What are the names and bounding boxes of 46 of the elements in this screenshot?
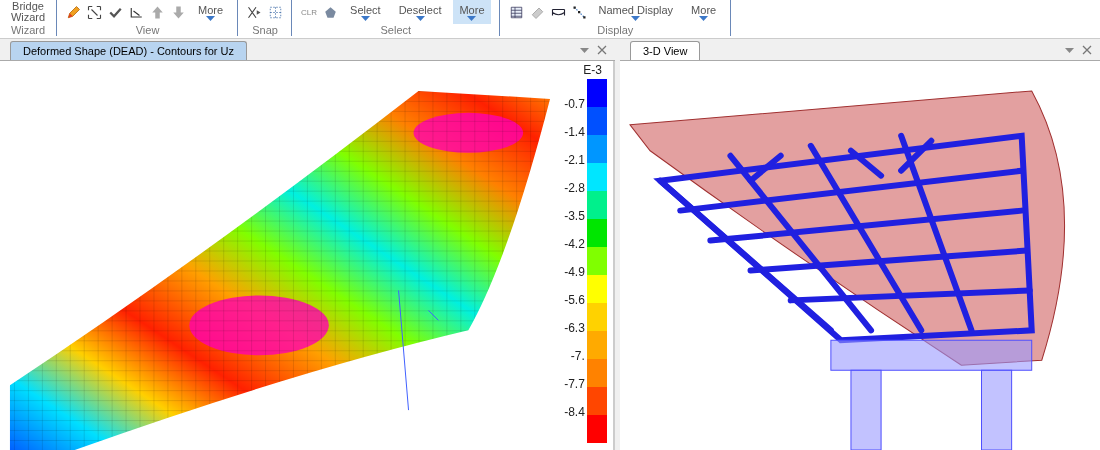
ribbon-group-label: Wizard bbox=[9, 24, 47, 36]
nodes-icon[interactable] bbox=[571, 4, 587, 20]
dropdown-menu-button[interactable]: More bbox=[453, 0, 491, 24]
legend-unit: E-3 bbox=[583, 63, 602, 77]
dropdown-menu-button[interactable]: Deselect bbox=[392, 0, 448, 24]
caret-icon bbox=[206, 15, 216, 21]
dropdown-menu-button[interactable]: More bbox=[685, 0, 723, 24]
dropdown-menu-button[interactable]: Named Display bbox=[592, 0, 680, 24]
grid-icon[interactable] bbox=[268, 4, 284, 20]
legend-value: -7. bbox=[569, 350, 585, 365]
legend-value: -1.4 bbox=[564, 126, 585, 141]
clear-selection-button[interactable]: CLR bbox=[301, 7, 318, 17]
ribbon-group-label: View bbox=[134, 24, 161, 36]
snap-icon[interactable] bbox=[247, 4, 263, 20]
caret-icon bbox=[699, 15, 709, 21]
legend-value: -4.2 bbox=[564, 238, 585, 253]
view-tab[interactable]: 3-D View bbox=[630, 41, 701, 60]
close-icon[interactable] bbox=[597, 45, 607, 55]
legend-value: -2.8 bbox=[564, 182, 585, 197]
caret-icon bbox=[415, 15, 425, 21]
caret-icon bbox=[631, 15, 641, 21]
zoom-extents-icon[interactable] bbox=[87, 4, 102, 20]
caret-icon bbox=[467, 15, 477, 21]
dropdown-menu-button[interactable]: Select bbox=[344, 0, 387, 24]
arrow-down-icon[interactable] bbox=[171, 4, 186, 20]
view-tab[interactable]: Deformed Shape (DEAD) - Contours for Uz bbox=[10, 41, 247, 60]
legend-value: -3.5 bbox=[564, 210, 585, 225]
caret-icon bbox=[360, 15, 370, 21]
wizard-button[interactable]: Bridge Wizard bbox=[8, 1, 48, 23]
legend-value: -4.9 bbox=[564, 266, 585, 281]
ribbon-group-label: Snap bbox=[251, 24, 279, 36]
table-icon[interactable] bbox=[508, 4, 524, 20]
legend-value: -2.1 bbox=[564, 154, 585, 169]
dropdown-icon[interactable] bbox=[580, 47, 589, 53]
dropdown-menu-button[interactable]: More bbox=[192, 0, 230, 24]
ribbon-group-label: Display bbox=[596, 24, 635, 36]
arrow-up-icon[interactable] bbox=[150, 4, 165, 20]
legend-value: -0.7 bbox=[564, 98, 585, 113]
legend-value: -7.7 bbox=[564, 378, 585, 393]
close-icon[interactable] bbox=[1082, 45, 1092, 55]
legend-value: -6.3 bbox=[564, 322, 585, 337]
legend-value: -5.6 bbox=[564, 294, 585, 309]
dropdown-icon[interactable] bbox=[1065, 47, 1074, 53]
legend-value: -8.4 bbox=[564, 406, 585, 421]
pencil-icon[interactable] bbox=[66, 4, 81, 20]
ribbon-group-label: Select bbox=[379, 24, 413, 36]
